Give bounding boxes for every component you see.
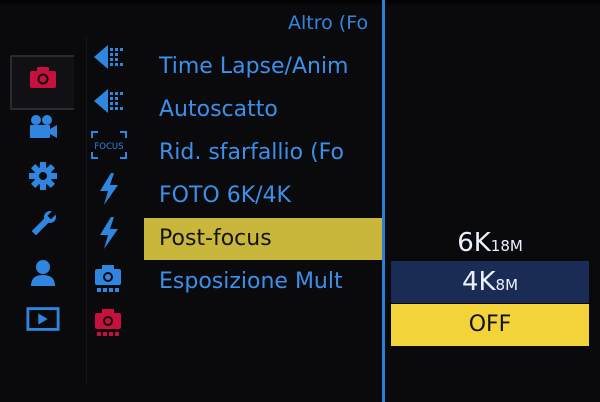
video-camera-icon[interactable] (26, 112, 60, 142)
option-4k[interactable]: 4K8M (391, 261, 589, 303)
menu-title: Altro (Fo (288, 12, 369, 34)
menu-item-rid-sfarfallio[interactable]: Rid. sfarfallio (Fo (144, 132, 382, 174)
menu-item-autoscatto[interactable]: Autoscatto (144, 89, 382, 131)
wrench-icon[interactable] (26, 209, 60, 239)
option-off[interactable]: OFF (391, 304, 589, 346)
option-4k-main: 4K (461, 267, 496, 297)
option-6k-sub: 18M (490, 237, 523, 255)
menu-item-esposizione-multipla[interactable]: Esposizione Mult (144, 261, 382, 303)
menu-item-time-lapse[interactable]: Time Lapse/Anim (144, 46, 382, 88)
panel-divider (382, 0, 385, 402)
camera-icon[interactable] (26, 62, 60, 92)
menu-item-post-focus[interactable]: Post-focus (144, 218, 382, 260)
user-icon[interactable] (26, 258, 60, 288)
gear-icon[interactable] (26, 161, 60, 191)
burst-icon[interactable] (88, 84, 130, 118)
camera-setting-icon[interactable] (88, 262, 130, 296)
option-4k-sub: 8M (495, 276, 519, 294)
focus-frame-icon[interactable]: FOCUS (88, 128, 130, 162)
focus-label: FOCUS (94, 142, 123, 152)
camera-setting-icon[interactable] (88, 306, 130, 340)
option-6k[interactable]: 6K18M (391, 222, 589, 264)
flash-icon[interactable] (88, 172, 130, 206)
option-6k-main: 6K (457, 228, 491, 258)
camera-menu-screen: Altro (Fo FOCUS Time Lapse/Anim Autoscat… (0, 0, 600, 402)
top-shadow (0, 0, 600, 6)
playback-icon[interactable] (26, 304, 60, 334)
menu-item-foto-6k-4k[interactable]: FOTO 6K/4K (144, 175, 382, 217)
flash-icon[interactable] (88, 216, 130, 250)
burst-icon[interactable] (88, 40, 130, 74)
